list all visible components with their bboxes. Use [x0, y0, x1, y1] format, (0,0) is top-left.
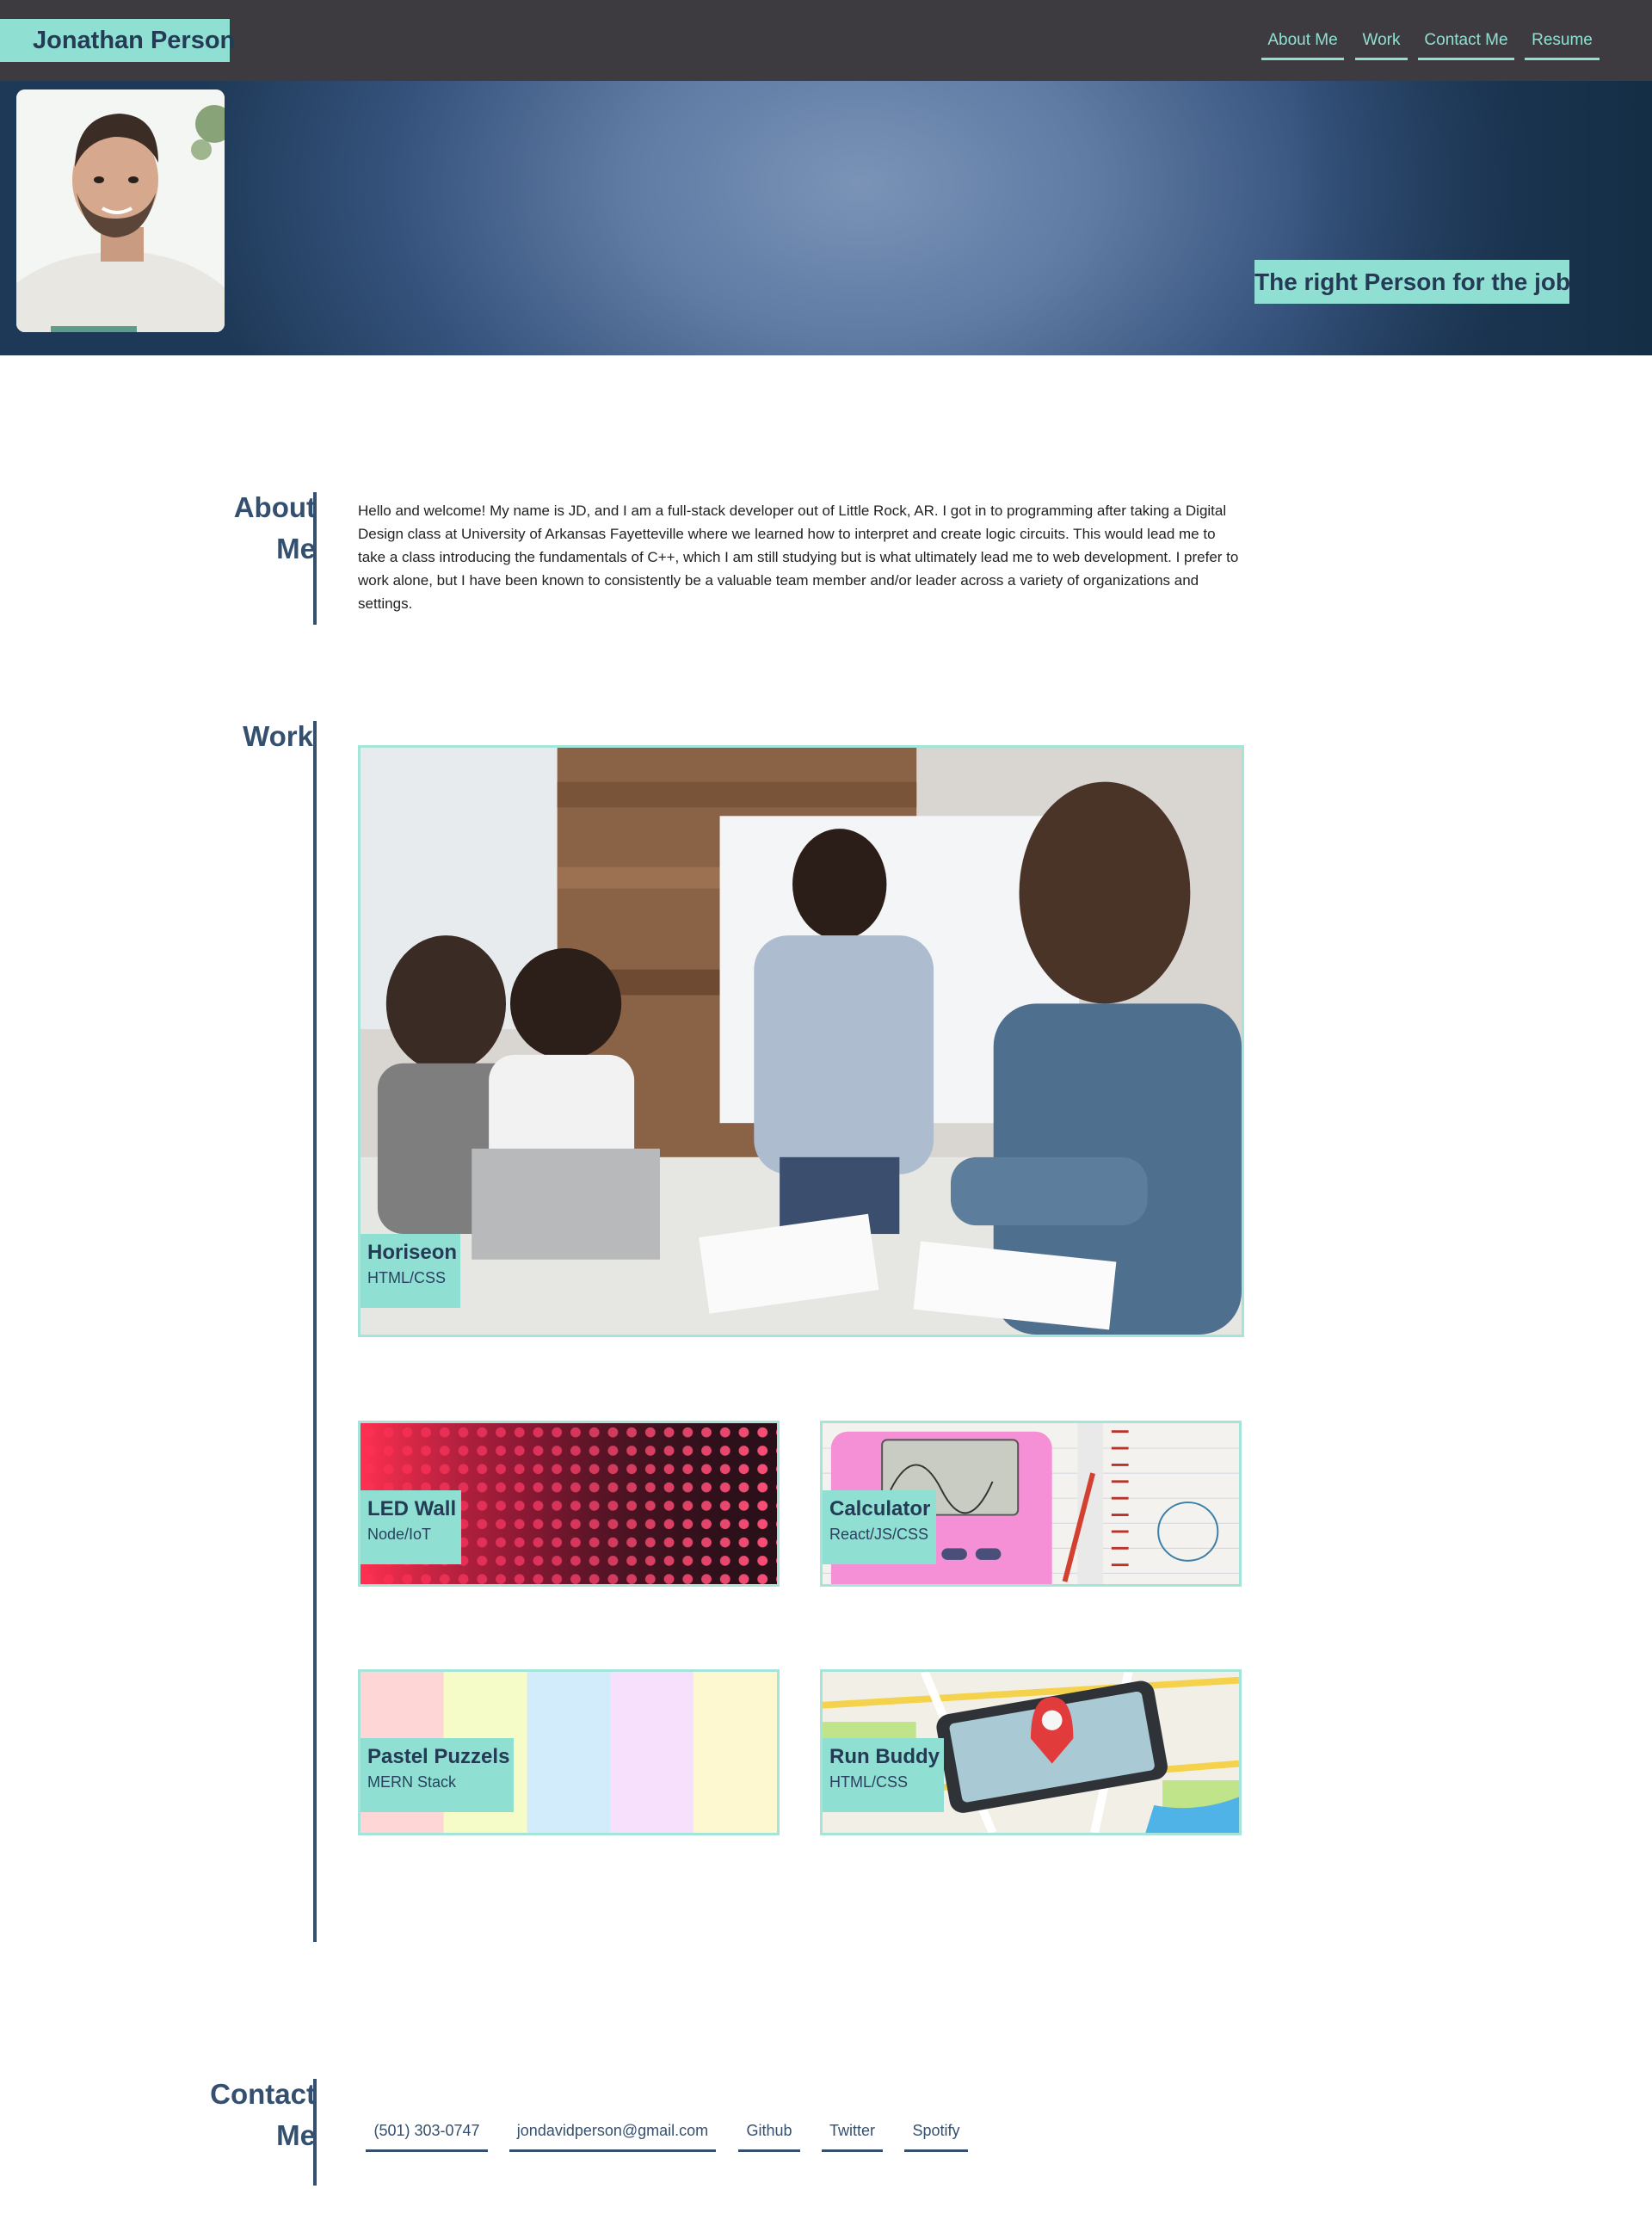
project-name: Calculator: [829, 1497, 931, 1520]
project-card-pastel-puzzels[interactable]: Pastel Puzzels MERN Stack: [358, 1669, 780, 1835]
project-name: Horiseon: [367, 1241, 458, 1264]
project-label: Run Buddy HTML/CSS: [823, 1738, 944, 1812]
contact-divider: [313, 2079, 317, 2186]
project-label: Pastel Puzzels MERN Stack: [361, 1738, 514, 1812]
project-name: Run Buddy: [829, 1745, 940, 1768]
work-divider: [313, 721, 317, 1942]
horiseon-image: [361, 748, 1242, 1335]
project-name: Pastel Puzzels: [367, 1745, 510, 1768]
project-stack: HTML/CSS: [367, 1269, 447, 1286]
about-section-title: About Me: [233, 491, 316, 564]
contact-twitter-link[interactable]: Twitter: [822, 2108, 883, 2152]
contact-github-link[interactable]: Github: [738, 2108, 800, 2152]
project-card-calculator[interactable]: Calculator React/JS/CSS: [820, 1421, 1242, 1587]
site-name[interactable]: Jonathan Person: [0, 19, 235, 62]
project-stack: React/JS/CSS: [829, 1526, 929, 1543]
project-label: Calculator React/JS/CSS: [823, 1490, 936, 1564]
contact-email-link[interactable]: jondavidperson@gmail.com: [509, 2108, 716, 2152]
profile-photo: [16, 89, 225, 332]
work-section-title: Work: [243, 720, 313, 752]
nav-work[interactable]: Work: [1355, 26, 1408, 60]
contact-section-title: Contact Me: [210, 2078, 316, 2151]
hero-shade: [1291, 81, 1652, 355]
nav-resume[interactable]: Resume: [1525, 26, 1600, 60]
project-name: LED Wall: [367, 1497, 457, 1520]
project-label: Horiseon HTML/CSS: [361, 1234, 460, 1308]
nav-contact-me[interactable]: Contact Me: [1418, 26, 1514, 60]
nav-about-me[interactable]: About Me: [1261, 26, 1344, 60]
project-stack: MERN Stack: [367, 1773, 457, 1791]
about-text: Hello and welcome! My name is JD, and I …: [358, 503, 1239, 612]
project-stack: HTML/CSS: [829, 1773, 909, 1791]
about-divider: [313, 492, 317, 625]
hero-banner: [0, 81, 1652, 355]
project-card-led-wall[interactable]: LED Wall Node/IoT: [358, 1421, 780, 1587]
contact-spotify-link[interactable]: Spotify: [904, 2108, 968, 2152]
site-header: Jonathan Person About Me Work Contact Me…: [0, 0, 1652, 81]
hero-tagline: The right Person for the job: [1254, 260, 1570, 304]
contact-phone-link[interactable]: (501) 303-0747: [366, 2108, 488, 2152]
project-card-run-buddy[interactable]: Run Buddy HTML/CSS: [820, 1669, 1242, 1835]
project-label: LED Wall Node/IoT: [361, 1490, 461, 1564]
project-stack: Node/IoT: [367, 1526, 432, 1543]
project-card-horiseon[interactable]: Horiseon HTML/CSS: [358, 745, 1244, 1337]
